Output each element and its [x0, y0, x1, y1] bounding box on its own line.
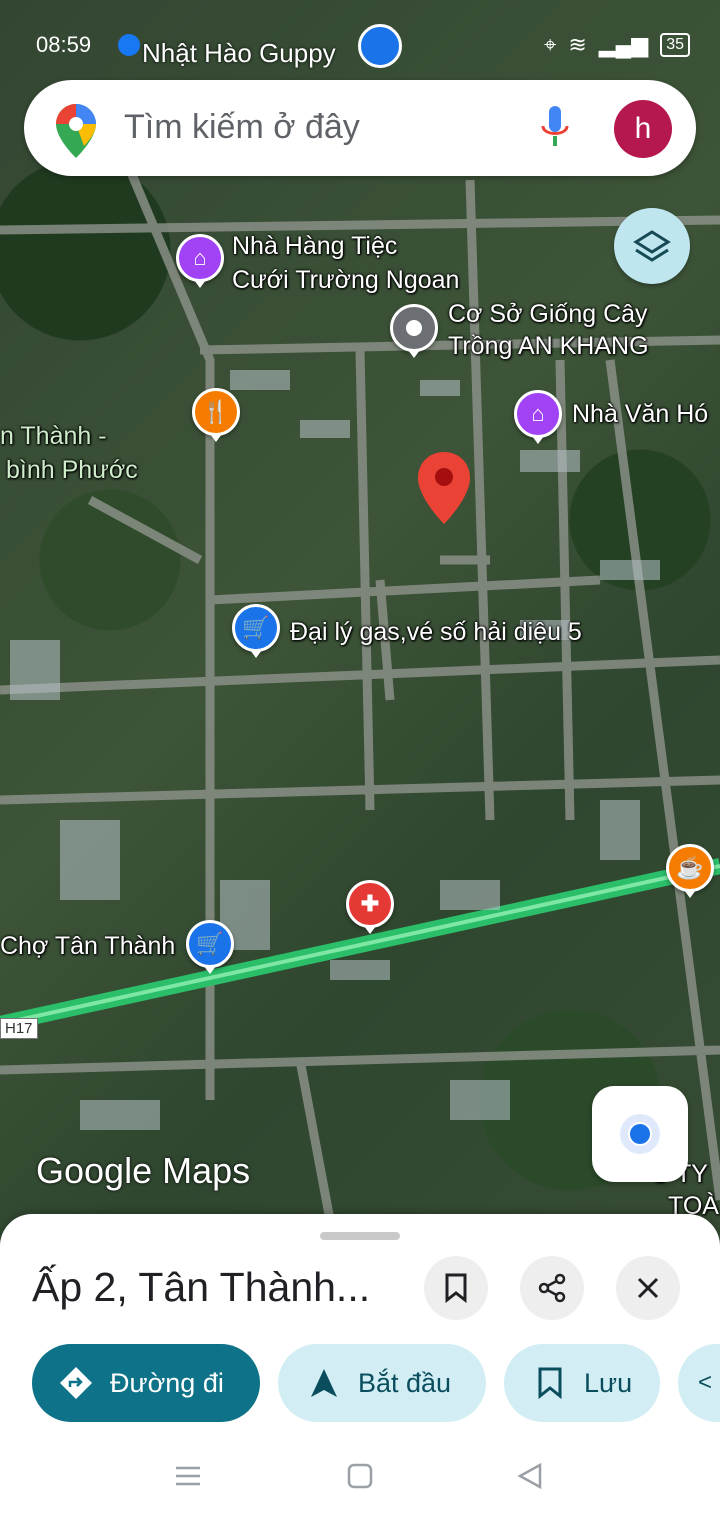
map-label-nursery-line1[interactable]: Cơ Sở Giống Cây: [448, 298, 648, 330]
landmark-icon[interactable]: ⌂: [514, 390, 562, 444]
bookmark-icon: [445, 1273, 467, 1303]
close-icon: [637, 1277, 659, 1299]
save-bookmark-button[interactable]: [424, 1256, 488, 1320]
share-chip-button[interactable]: <: [678, 1344, 720, 1422]
directions-label: Đường đi: [110, 1367, 224, 1398]
status-icons: ⌖ ≋ ▂▄▆ 35: [544, 32, 690, 58]
map-label-gas-shop[interactable]: Đại lý gas,vé số hải diệu 5: [290, 616, 582, 648]
back-icon[interactable]: [516, 1462, 544, 1495]
save-button[interactable]: Lưu: [504, 1344, 660, 1422]
share-icon: [538, 1273, 566, 1303]
microphone-icon[interactable]: [540, 106, 570, 155]
layers-icon: [633, 230, 671, 262]
sheet-drag-handle[interactable]: [320, 1232, 400, 1240]
wifi-icon: ≋: [568, 32, 587, 57]
pharmacy-icon[interactable]: ✚: [346, 880, 394, 934]
map-label-restaurant-line2[interactable]: Cưới Trường Ngoan: [232, 264, 459, 296]
save-label: Lưu: [584, 1367, 633, 1398]
shopping-cart-icon[interactable]: 🛒: [186, 920, 234, 974]
shopping-bag-pin-icon: [358, 24, 402, 68]
maps-logo-icon: [56, 104, 96, 163]
start-label: Bắt đầu: [358, 1367, 452, 1398]
coffee-shop-icon[interactable]: ☕: [666, 844, 714, 898]
share-icon: <: [698, 1369, 713, 1396]
map-label-area-line2[interactable]: bình Phước: [6, 454, 138, 486]
notification-text: Nhật Hào Guppy: [142, 38, 336, 68]
bookmark-icon: [530, 1363, 570, 1403]
start-button[interactable]: Bắt đầu: [278, 1344, 486, 1422]
system-nav-bar: [0, 1440, 720, 1520]
status-bar: 08:59 Nhật Hào Guppy ⌖ ≋ ▂▄▆ 35: [0, 24, 720, 68]
share-button[interactable]: [520, 1256, 584, 1320]
signal-icon: ▂▄▆: [598, 32, 649, 57]
close-button[interactable]: [616, 1256, 680, 1320]
navigation-arrow-icon: [304, 1363, 344, 1403]
map-label-cultural-house[interactable]: Nhà Văn Hó: [572, 398, 708, 430]
event-venue-icon[interactable]: ⌂: [176, 234, 224, 288]
map-label-area-line1[interactable]: n Thành -: [0, 420, 107, 452]
avatar[interactable]: h: [614, 100, 672, 158]
restaurant-icon[interactable]: 🍴: [192, 388, 240, 442]
search-bar[interactable]: Tìm kiếm ở đây h: [24, 80, 696, 176]
battery-icon: 35: [660, 33, 690, 57]
my-location-button[interactable]: [592, 1086, 688, 1182]
directions-icon: [56, 1363, 96, 1403]
home-icon[interactable]: [346, 1462, 374, 1495]
location-icon: ⌖: [543, 32, 557, 57]
map-label-nursery-line2[interactable]: Trồng AN KHANG: [448, 330, 649, 362]
shopping-cart-icon[interactable]: 🛒: [232, 604, 280, 658]
facebook-icon: [118, 34, 140, 56]
directions-button[interactable]: Đường đi: [32, 1344, 260, 1422]
search-placeholder[interactable]: Tìm kiếm ở đây: [124, 108, 360, 147]
place-pin-icon[interactable]: [390, 304, 438, 358]
map-label-restaurant-line1[interactable]: Nhà Hàng Tiệc: [232, 230, 397, 262]
map-label-market[interactable]: Chợ Tân Thành: [0, 930, 175, 962]
place-title: Ấp 2, Tân Thành...: [32, 1264, 371, 1310]
recent-apps-icon[interactable]: [174, 1462, 202, 1495]
status-time: 08:59: [36, 32, 92, 57]
google-maps-logo: Google Maps: [36, 1150, 251, 1191]
road-number-label: H17: [0, 1018, 38, 1039]
my-location-icon: [620, 1114, 660, 1154]
layers-button[interactable]: [614, 208, 690, 284]
